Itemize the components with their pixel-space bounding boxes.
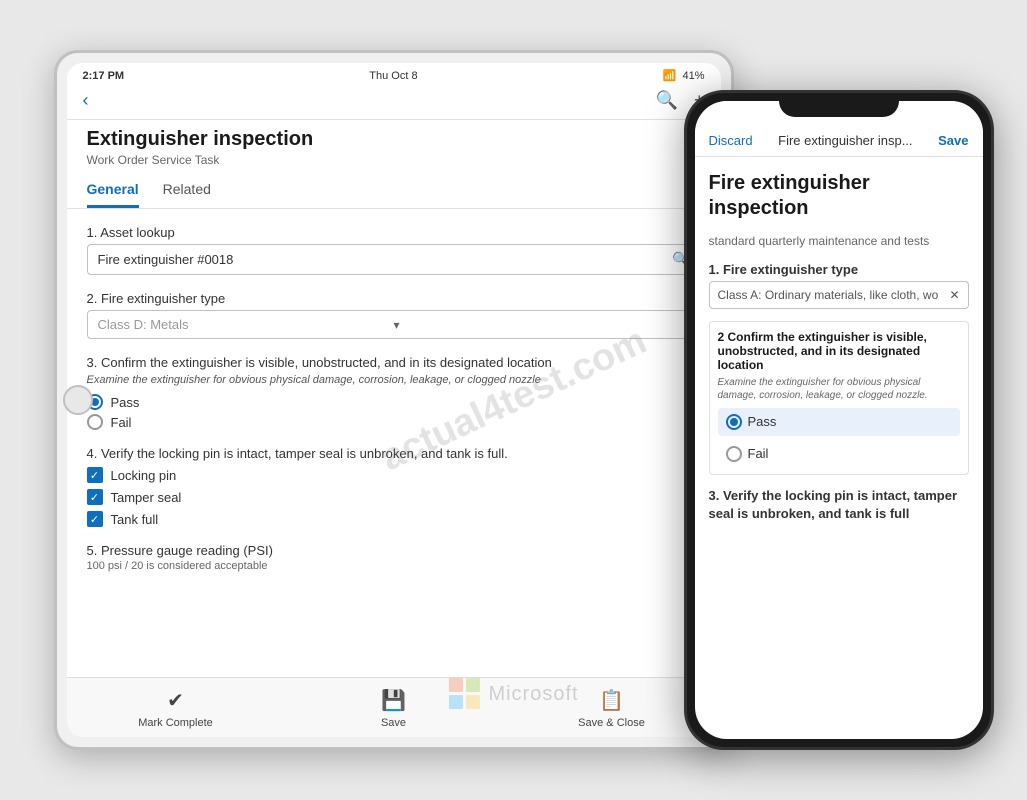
phone-confirm-section: 2 Confirm the extinguisher is visible, u… (709, 321, 969, 475)
save-close-icon: 📋 (599, 688, 624, 713)
checkmark-icon: ✔ (167, 688, 184, 713)
phone-confirm-hint: Examine the extinguisher for obvious phy… (718, 376, 960, 402)
checkbox-locking-box: ✓ (87, 467, 103, 483)
checkbox-tamper-seal[interactable]: ✓ Tamper seal (87, 489, 701, 505)
locking-pin-label: 4. Verify the locking pin is intact, tam… (87, 446, 701, 461)
phone-confirm-label: 2 Confirm the extinguisher is visible, u… (718, 330, 960, 372)
tablet-home-button[interactable] (63, 385, 93, 415)
phone-device: Discard Fire extinguisher insp... Save F… (684, 90, 994, 750)
phone-chevron-icon: ✕ (949, 288, 959, 302)
locking-pin-text: Locking pin (111, 468, 177, 483)
search-icon[interactable]: 🔍 (656, 90, 678, 111)
confirm-visible-section: 3. Confirm the extinguisher is visible, … (87, 355, 701, 430)
phone-fail-label: Fail (748, 446, 769, 461)
fire-type-select[interactable]: Class D: Metals ▾ (87, 310, 701, 339)
pressure-gauge-section: 5. Pressure gauge reading (PSI) 100 psi … (87, 543, 701, 572)
tablet-header: Extinguisher inspection Work Order Servi… (67, 120, 721, 171)
confirm-label: 3. Confirm the extinguisher is visible, … (87, 355, 701, 370)
page-subtitle: Work Order Service Task (87, 153, 701, 167)
asset-lookup-input[interactable] (98, 252, 673, 267)
form-content: 1. Asset lookup 🔍 2. Fire extinguisher t… (67, 209, 721, 677)
radio-fail-label: Fail (111, 415, 132, 430)
checkbox-tank-box: ✓ (87, 511, 103, 527)
tab-bar: General Related (67, 171, 721, 209)
phone-type-value: Class A: Ordinary materials, like cloth,… (718, 288, 939, 302)
fire-extinguisher-type-section: 2. Fire extinguisher type Class D: Metal… (87, 291, 701, 339)
phone-pass-label: Pass (748, 414, 777, 429)
phone-radio-pass[interactable]: Pass (718, 408, 960, 436)
phone-type-select[interactable]: Class A: Ordinary materials, like cloth,… (709, 281, 969, 309)
phone-save-button[interactable]: Save (938, 133, 968, 148)
chevron-down-icon: ▾ (394, 318, 690, 332)
radio-fail-circle (87, 414, 103, 430)
phone-field1-label: 1. Fire extinguisher type (709, 262, 969, 277)
asset-lookup-input-wrapper[interactable]: 🔍 (87, 244, 701, 275)
locking-pin-section: 4. Verify the locking pin is intact, tam… (87, 446, 701, 527)
tablet-device: 2:17 PM Thu Oct 8 📶 41% ‹ 🔍 + Extinguish… (54, 50, 734, 750)
back-button[interactable]: ‹ (83, 90, 89, 111)
save-label: Save (381, 717, 406, 729)
tablet-toolbar: ✔ Mark Complete 💾 Save 📋 Save & Close (67, 677, 721, 737)
scene: 2:17 PM Thu Oct 8 📶 41% ‹ 🔍 + Extinguish… (34, 30, 994, 770)
radio-pass-label: Pass (111, 395, 140, 410)
tab-general[interactable]: General (87, 171, 139, 208)
save-close-button[interactable]: 📋 Save & Close (572, 688, 652, 729)
checkbox-tank-full[interactable]: ✓ Tank full (87, 511, 701, 527)
discard-button[interactable]: Discard (709, 133, 753, 148)
mark-complete-label: Mark Complete (138, 717, 213, 729)
phone-locking-label: 3. Verify the locking pin is intact, tam… (709, 487, 969, 523)
pressure-hint: 100 psi / 20 is considered acceptable (87, 560, 701, 572)
checkbox-tamper-box: ✓ (87, 489, 103, 505)
phone-notch (779, 93, 899, 117)
save-close-label: Save & Close (578, 717, 645, 729)
phone-radio-fail[interactable]: Fail (718, 442, 960, 466)
status-date: Thu Oct 8 (369, 70, 417, 82)
mark-complete-button[interactable]: ✔ Mark Complete (136, 688, 216, 729)
save-icon: 💾 (381, 688, 406, 713)
phone-form-content: Fire extinguisher inspection standard qu… (695, 157, 983, 739)
status-right: 📶 41% (663, 69, 705, 82)
phone-field1-section: 1. Fire extinguisher type Class A: Ordin… (709, 262, 969, 309)
phone-locking-section: 3. Verify the locking pin is intact, tam… (709, 487, 969, 527)
phone-description: standard quarterly maintenance and tests (709, 233, 969, 250)
tablet-nav: ‹ 🔍 + (67, 86, 721, 120)
wifi-icon: 📶 (663, 69, 677, 82)
asset-lookup-label: 1. Asset lookup (87, 225, 701, 240)
asset-lookup-section: 1. Asset lookup 🔍 (87, 225, 701, 275)
phone-pass-circle (726, 414, 742, 430)
status-time: 2:17 PM (83, 70, 125, 82)
phone-main-title: Fire extinguisher inspection (709, 171, 969, 221)
tamper-seal-text: Tamper seal (111, 490, 182, 505)
save-button[interactable]: 💾 Save (354, 688, 434, 729)
tablet-screen: 2:17 PM Thu Oct 8 📶 41% ‹ 🔍 + Extinguish… (67, 63, 721, 737)
radio-pass[interactable]: Pass (87, 394, 701, 410)
tablet-status-bar: 2:17 PM Thu Oct 8 📶 41% (67, 63, 721, 86)
tab-related[interactable]: Related (163, 171, 211, 208)
phone-screen: Discard Fire extinguisher insp... Save F… (695, 101, 983, 739)
tank-full-text: Tank full (111, 512, 159, 527)
battery-text: 41% (682, 70, 704, 82)
radio-fail[interactable]: Fail (87, 414, 701, 430)
pressure-label: 5. Pressure gauge reading (PSI) (87, 543, 701, 558)
phone-fail-circle (726, 446, 742, 462)
fire-type-label: 2. Fire extinguisher type (87, 291, 701, 306)
phone-header-title: Fire extinguisher insp... (753, 133, 939, 148)
page-title: Extinguisher inspection (87, 128, 701, 151)
confirm-hint: Examine the extinguisher for obvious phy… (87, 374, 701, 386)
fire-type-value: Class D: Metals (98, 317, 394, 332)
checkbox-locking-pin[interactable]: ✓ Locking pin (87, 467, 701, 483)
